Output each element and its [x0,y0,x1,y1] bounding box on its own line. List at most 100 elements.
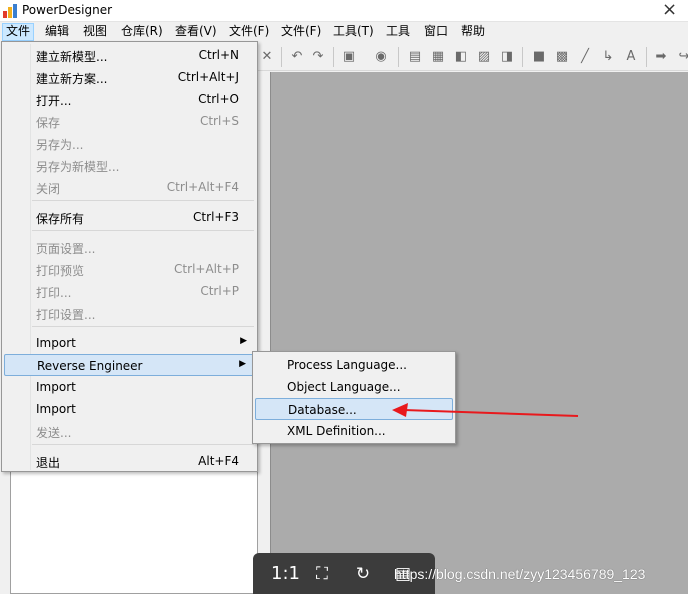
menu-item-close[interactable]: 关闭 Ctrl+Alt+F4 [4,176,255,198]
menu-item-exit[interactable]: 退出 Alt+F4 [4,450,255,472]
fit-screen-icon[interactable]: ⛶ [310,562,334,586]
menu-item-save-as-new-model[interactable]: 另存为新模型... [4,154,255,176]
image-icon[interactable]: ▨ [475,48,493,66]
menu-item-import-2[interactable]: Import [4,376,255,398]
toolbar-separator [333,47,334,67]
menu-item-save-as[interactable]: 另存为... [4,132,255,154]
export-icon[interactable]: ◨ [498,48,516,66]
left-panel-border [0,470,10,594]
line-icon[interactable]: ╱ [576,48,594,66]
menu-separator [32,230,254,231]
menu-item-label: Import [36,402,76,416]
menu-window[interactable]: 窗口 [421,23,451,41]
text-icon[interactable]: A [622,48,640,66]
submenu-arrow-icon: ▶ [239,359,246,369]
delete-icon[interactable]: ✕ [258,48,276,66]
print-icon[interactable]: ■ [530,48,548,66]
move-icon[interactable]: ↪ [675,48,688,66]
menu-item-reverse-engineer[interactable]: Reverse Engineer ▶ [4,354,255,376]
title-bar: PowerDesigner × [0,0,688,22]
menu-tools[interactable]: 工具 [383,23,413,41]
menu-item-new-model[interactable]: 建立新模型... Ctrl+N [4,44,255,66]
menu-item-label: Import [36,380,76,394]
actual-size-button[interactable]: 1:1 [271,562,300,586]
menu-item-label: 另存为新模型... [36,160,120,174]
save-icon[interactable]: ◧ [452,48,470,66]
menu-item-import[interactable]: Import ▶ [4,332,255,354]
menu-item-label: Reverse Engineer [37,359,143,373]
close-icon[interactable]: × [662,1,678,19]
toolbar-separator [646,47,647,67]
menu-tools-t[interactable]: 工具(T) [330,23,377,41]
menu-item-save[interactable]: 保存 Ctrl+S [4,110,255,132]
menu-view[interactable]: 视图 [80,23,110,41]
menu-item-shortcut: Ctrl+Alt+J [177,70,239,84]
menu-item-print-setup[interactable]: 打印设置... [4,302,255,324]
submenu-item-xml-definition[interactable]: XML Definition... [255,420,453,442]
menu-separator [32,444,254,445]
menu-file-f-2[interactable]: 文件(F) [278,23,324,41]
grid-icon[interactable]: ▩ [553,48,571,66]
menu-item-shortcut: Alt+F4 [198,454,239,468]
watermark-text: https://blog.csdn.net/zyy123456789_123 [394,566,646,582]
menu-item-print[interactable]: 打印... Ctrl+P [4,280,255,302]
menu-item-new-project[interactable]: 建立新方案... Ctrl+Alt+J [4,66,255,88]
redo-icon[interactable]: ↷ [309,48,327,66]
submenu-arrow-icon: ▶ [240,336,247,346]
menu-item-shortcut: Ctrl+P [200,284,239,298]
new-icon[interactable]: ▤ [406,48,424,66]
menu-item-label: 建立新模型... [36,50,108,64]
menu-item-shortcut: Ctrl+F3 [193,210,239,224]
panel-splitter[interactable] [258,72,270,594]
menu-item-label: 建立新方案... [36,72,108,86]
menu-item-send[interactable]: 发送... [4,420,255,442]
menu-help[interactable]: 帮助 [458,23,488,41]
toolbar-separator [522,47,523,67]
menu-repository[interactable]: 仓库(R) [118,23,166,41]
annotation-arrow-icon [392,403,579,417]
menu-item-label: 页面设置... [36,242,96,256]
menu-item-label: 打印设置... [36,308,96,322]
menu-item-label: 保存 [36,116,61,130]
powerdesigner-logo-icon [3,4,17,18]
menu-item-page-setup[interactable]: 页面设置... [4,236,255,258]
file-menu: 建立新模型... Ctrl+N 建立新方案... Ctrl+Alt+J 打开..… [1,41,258,472]
menu-item-shortcut: Ctrl+S [199,114,239,128]
menu-item-label: 打印预览 [36,264,85,278]
menu-item-print-preview[interactable]: 打印预览 Ctrl+Alt+P [4,258,255,280]
menu-edit[interactable]: 编辑 [42,23,72,41]
submenu-item-object-language[interactable]: Object Language... [255,376,453,398]
window-title: PowerDesigner [22,3,113,17]
object-browser-panel[interactable] [10,470,258,594]
menu-item-label: 退出 [36,456,61,470]
submenu-item-label: XML Definition... [287,424,386,438]
link-icon[interactable]: ↳ [599,48,617,66]
open-icon[interactable]: ▦ [429,48,447,66]
menu-query[interactable]: 查看(V) [172,23,220,41]
undo-icon[interactable]: ↶ [288,48,306,66]
check-model-icon[interactable]: ◉ [372,48,390,66]
menu-item-shortcut: Ctrl+O [198,92,239,106]
menu-item-label: 关闭 [36,182,61,196]
menu-file[interactable]: 文件 [2,23,35,41]
menu-item-shortcut: Ctrl+Alt+F4 [166,180,239,194]
menu-item-label: Import [36,336,76,350]
rotate-icon[interactable]: ↻ [351,562,375,586]
menu-item-shortcut: Ctrl+Alt+P [174,262,239,276]
properties-icon[interactable]: ▣ [340,48,358,66]
menu-item-import-3[interactable]: Import [4,398,255,420]
menu-item-open[interactable]: 打开... Ctrl+O [4,88,255,110]
toolbar-separator [398,47,399,67]
menu-item-save-all[interactable]: 保存所有 Ctrl+F3 [4,206,255,228]
submenu-item-label: Object Language... [287,380,401,394]
forward-icon[interactable]: ➡ [652,48,670,66]
submenu-item-process-language[interactable]: Process Language... [255,354,453,376]
reverse-engineer-submenu: Process Language... Object Language... D… [252,351,456,444]
menu-file-f[interactable]: 文件(F) [226,23,272,41]
menu-bar: 文件 编辑 视图 仓库(R) 查看(V) 文件(F) 文件(F) 工具(T) 工… [0,22,688,42]
menu-item-label: 另存为... [36,138,84,152]
menu-separator [32,326,254,327]
toolbar-separator [281,47,282,67]
menu-item-label: 保存所有 [36,212,85,226]
diagram-workspace[interactable] [270,72,688,594]
